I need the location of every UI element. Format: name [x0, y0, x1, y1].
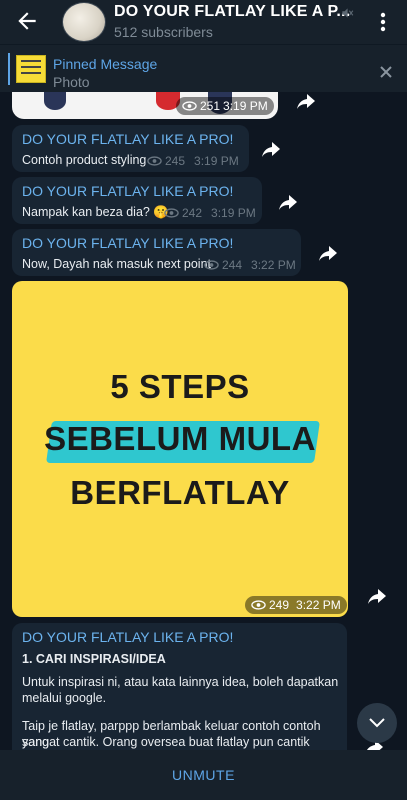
share-icon[interactable] [317, 244, 339, 262]
share-icon[interactable] [366, 587, 388, 605]
message-paragraph-line: Untuk inspirasi ni, atau kata lainnya id… [22, 675, 339, 689]
share-icon[interactable] [277, 193, 299, 211]
chat-header: DO YOUR FLATLAY LIKE A P... 512 subscrib… [0, 0, 407, 44]
message-bubble[interactable]: DO YOUR FLATLAY LIKE A PRO! Nampak kan b… [12, 177, 262, 224]
poster-meta: 249 3:22 PM [245, 596, 347, 614]
views-count: 244 [222, 258, 243, 272]
views-icon [182, 101, 197, 111]
subscriber-count: 512 subscribers [114, 24, 213, 40]
share-icon[interactable] [295, 92, 317, 110]
share-icon[interactable] [260, 140, 282, 158]
channel-name[interactable]: DO YOUR FLATLAY LIKE A PRO! [22, 235, 233, 251]
channel-name[interactable]: DO YOUR FLATLAY LIKE A PRO! [22, 183, 233, 199]
views-count: 245 [165, 154, 186, 168]
pinned-thumbnail [16, 55, 46, 83]
message-time: 3:22 PM [296, 598, 341, 612]
poster-image[interactable]: 5 STEPS SEBELUM MULA BERFLATLAY [12, 281, 348, 617]
message-meta: 245 3:19 PM [147, 154, 239, 168]
chevron-down-icon [369, 718, 385, 728]
views-icon [204, 260, 219, 270]
message-bubble[interactable]: DO YOUR FLATLAY LIKE A PRO! Contoh produ… [12, 125, 249, 172]
pinned-subtitle: Photo [53, 74, 90, 90]
message-text: Contoh product styling [22, 153, 147, 167]
poster-line-1: 5 STEPS [110, 368, 250, 405]
message-paragraph-line: melalui google. [22, 691, 107, 705]
more-options-icon[interactable] [378, 10, 388, 34]
message-time: 3:22 PM [251, 258, 296, 272]
message-bubble[interactable]: DO YOUR FLATLAY LIKE A PRO! 1. CARI INSP… [12, 623, 347, 765]
bottom-bar: UNMUTE [0, 750, 407, 800]
message-meta: 242 3:19 PM [164, 206, 256, 220]
views-icon [147, 156, 162, 166]
message-heading: 1. CARI INSPIRASI/IDEA [22, 652, 166, 666]
muted-icon [342, 8, 354, 18]
pinned-message-bar[interactable]: Pinned Message Photo [0, 44, 407, 92]
photo-meta: 251 3:19 PM [176, 97, 274, 115]
poster-line-2: SEBELUM MULA [44, 420, 316, 457]
scroll-to-bottom-button[interactable] [357, 703, 397, 743]
views-count: 249 [269, 598, 290, 612]
views-icon [164, 208, 179, 218]
back-arrow-icon[interactable] [14, 8, 40, 34]
close-pinned-icon[interactable] [379, 65, 393, 79]
pinned-indicator [8, 53, 10, 85]
message-time: 3:19 PM [223, 99, 268, 113]
views-count: 251 [200, 99, 221, 113]
views-icon [251, 600, 266, 610]
pinned-title: Pinned Message [53, 56, 158, 72]
channel-name[interactable]: DO YOUR FLATLAY LIKE A PRO! [22, 131, 233, 147]
message-meta: 244 3:22 PM [204, 258, 296, 272]
poster-line-3: BERFLATLAY [70, 474, 290, 511]
unmute-button[interactable]: UNMUTE [172, 767, 235, 783]
message-time: 3:19 PM [194, 154, 239, 168]
views-count: 242 [182, 206, 203, 220]
channel-avatar[interactable] [62, 2, 106, 42]
message-text: Nampak kan beza dia? 🤫 [22, 205, 169, 219]
channel-title[interactable]: DO YOUR FLATLAY LIKE A P... [114, 3, 350, 21]
channel-name[interactable]: DO YOUR FLATLAY LIKE A PRO! [22, 629, 233, 645]
message-bubble[interactable]: DO YOUR FLATLAY LIKE A PRO! Now, Dayah n… [12, 229, 301, 276]
message-text: Now, Dayah nak masuk next point [22, 257, 211, 271]
message-time: 3:19 PM [211, 206, 256, 220]
